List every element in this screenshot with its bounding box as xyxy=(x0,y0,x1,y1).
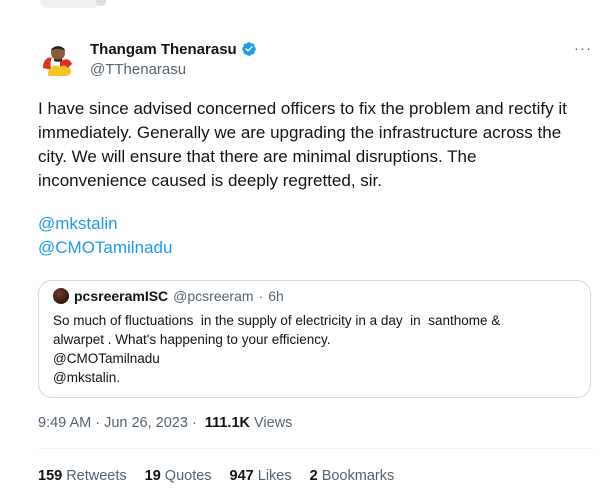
mention-link[interactable]: @mkstalin xyxy=(38,212,118,236)
quoted-timestamp[interactable]: 6h xyxy=(268,288,284,304)
tweet-meta: 9:49 AM · Jun 26, 2023 · 111.1K Views xyxy=(38,415,292,431)
tweet: Thangam Thenarasu @TThenarasu ··· I have… xyxy=(0,0,600,500)
quoted-text-line: @mkstalin. xyxy=(53,370,120,385)
author-block: Thangam Thenarasu @TThenarasu xyxy=(90,40,257,78)
views-label: Views xyxy=(254,415,293,431)
author-handle[interactable]: @TThenarasu xyxy=(90,61,257,78)
avatar-image xyxy=(38,38,78,78)
bookmarks-label: Bookmarks xyxy=(321,468,395,484)
retweets-count: 159 xyxy=(38,468,63,484)
retweets-stat[interactable]: 159 Retweets xyxy=(38,468,127,484)
author-name-row: Thangam Thenarasu xyxy=(90,40,257,58)
verified-badge-icon xyxy=(241,41,257,57)
quotes-label: Quotes xyxy=(164,468,212,484)
quoted-handle[interactable]: @pcsreeram xyxy=(173,288,253,304)
quoted-tweet[interactable]: pcsreeramISC @pcsreeram · 6h So much of … xyxy=(38,280,591,398)
quoted-text-line: alwarpet . What's happening to your effi… xyxy=(53,332,331,347)
likes-stat[interactable]: 947 Likes xyxy=(230,468,292,484)
retweets-label: Retweets xyxy=(66,468,127,484)
avatar[interactable] xyxy=(38,38,78,78)
quoted-text-line: @CMOTamilnadu xyxy=(53,351,160,366)
views-count: 111.1K xyxy=(204,415,250,431)
bookmarks-stat[interactable]: 2 Bookmarks xyxy=(310,468,395,484)
likes-label: Likes xyxy=(257,468,292,484)
quotes-stat[interactable]: 19 Quotes xyxy=(145,468,212,484)
likes-count: 947 xyxy=(229,468,254,484)
bookmarks-count: 2 xyxy=(309,468,318,484)
quoted-text-line: So much of fluctuations in the supply of… xyxy=(53,313,501,328)
quoted-display-name[interactable]: pcsreeramISC xyxy=(74,288,168,304)
tweet-text: I have since advised concerned officers … xyxy=(38,99,567,190)
more-options-icon[interactable]: ··· xyxy=(570,40,596,58)
quoted-tweet-text: So much of fluctuations in the supply of… xyxy=(53,311,583,387)
engagement-stats: 159 Retweets 19 Quotes 947 Likes 2 Bookm… xyxy=(38,468,394,484)
tweet-timestamp[interactable]: 9:49 AM · Jun 26, 2023 · xyxy=(38,415,201,431)
quoted-avatar[interactable] xyxy=(53,288,69,304)
divider xyxy=(38,448,594,449)
mention-link[interactable]: @CMOTamilnadu xyxy=(38,236,172,260)
display-name[interactable]: Thangam Thenarasu xyxy=(90,41,237,58)
quoted-tweet-header: pcsreeramISC @pcsreeram · 6h xyxy=(53,288,284,304)
separator-dot: · xyxy=(258,288,264,304)
quotes-count: 19 xyxy=(144,468,161,484)
